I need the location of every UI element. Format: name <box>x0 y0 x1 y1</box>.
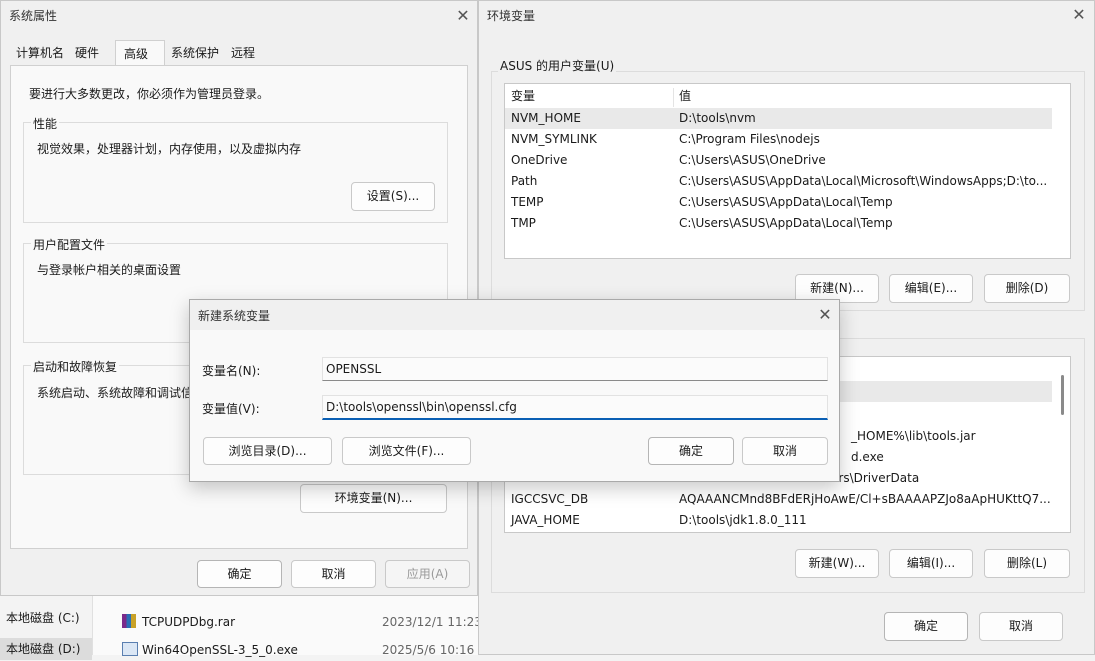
var-value: _HOME%\lib\tools.jar <box>851 429 976 443</box>
window-title: 环境变量 <box>487 9 536 23</box>
explorer-background: 本地磁盘 (C:) 本地磁盘 (D:) TCPUDPDbg.rar 2023/1… <box>0 595 482 660</box>
drive-item-c[interactable]: 本地磁盘 (C:) <box>6 607 80 629</box>
var-value: AQAAANCMnd8BFdERjHoAwE/Cl+sBAAAAPZJo8aAp… <box>679 492 1051 506</box>
rar-icon <box>122 614 136 628</box>
column-header-value[interactable]: 值 <box>679 86 691 107</box>
var-value: C:\Program Files\nodejs <box>679 132 820 146</box>
browse-file-button[interactable]: 浏览文件(F)... <box>342 437 471 465</box>
window-title: 系统属性 <box>9 9 58 23</box>
profiles-desc: 与登录帐户相关的桌面设置 <box>37 263 182 277</box>
variable-name-input[interactable]: OPENSSL <box>322 357 828 381</box>
cancel-button[interactable]: 取消 <box>291 560 376 588</box>
var-value: C:\Users\ASUS\AppData\Local\Temp <box>679 216 893 230</box>
file-name[interactable]: TCPUDPDbg.rar <box>142 611 235 633</box>
browse-directory-button[interactable]: 浏览目录(D)... <box>203 437 332 465</box>
performance-desc: 视觉效果，处理器计划，内存使用，以及虚拟内存 <box>37 142 302 156</box>
scrollbar-thumb[interactable] <box>1061 375 1064 415</box>
list-item[interactable]: Path C:\Users\ASUS\AppData\Local\Microso… <box>505 171 1070 192</box>
tab-remote[interactable]: 远程 <box>227 43 259 63</box>
variable-value-label: 变量值(V): <box>202 402 260 416</box>
tab-advanced[interactable]: 高级 <box>120 44 152 64</box>
user-vars-list[interactable]: 变量 值 NVM_HOME D:\tools\nvm NVM_SYMLINK C… <box>504 83 1071 259</box>
ok-button[interactable]: 确定 <box>197 560 282 588</box>
var-name: Path <box>511 174 538 188</box>
list-item[interactable]: TMP C:\Users\ASUS\AppData\Local\Temp <box>505 213 1070 234</box>
ok-button[interactable]: 确定 <box>884 612 968 641</box>
var-value: D:\tools\jdk1.8.0_111 <box>679 513 807 527</box>
var-name: NVM_HOME <box>511 111 581 125</box>
var-name: OneDrive <box>511 153 568 167</box>
tab-computer-name[interactable]: 计算机名 <box>12 43 68 63</box>
startup-desc: 系统启动、系统故障和调试信 <box>37 386 194 400</box>
environment-variables-button[interactable]: 环境变量(N)... <box>300 484 447 513</box>
apply-button[interactable]: 应用(A) <box>385 560 470 588</box>
drive-item-d[interactable]: 本地磁盘 (D:) <box>6 638 80 660</box>
list-item[interactable]: NVM_SYMLINK C:\Program Files\nodejs <box>505 129 1070 150</box>
performance-settings-button[interactable]: 设置(S)... <box>351 182 435 211</box>
system-new-button[interactable]: 新建(W)... <box>795 549 879 578</box>
profiles-label: 用户配置文件 <box>31 236 108 253</box>
user-vars-label: ASUS 的用户变量(U) <box>498 57 617 74</box>
list-item[interactable]: TEMP C:\Users\ASUS\AppData\Local\Temp <box>505 192 1070 213</box>
system-properties-window: 系统属性 ✕ 计算机名 硬件 高级 系统保护 远程 要进行大多数更改，你必须作为… <box>0 0 478 596</box>
exe-icon <box>122 642 138 656</box>
var-value: ers\DriverData <box>831 471 920 485</box>
close-icon[interactable]: ✕ <box>1071 7 1087 23</box>
cancel-button[interactable]: 取消 <box>979 612 1063 641</box>
var-value: D:\tools\nvm <box>679 111 756 125</box>
user-delete-button[interactable]: 删除(D) <box>984 274 1070 303</box>
file-date: 2023/12/1 11:23 <box>382 615 482 629</box>
column-header-variable[interactable]: 变量 <box>511 86 535 107</box>
var-value: C:\Users\ASUS\AppData\Local\Microsoft\Wi… <box>679 174 1048 188</box>
performance-label: 性能 <box>31 115 60 132</box>
ok-button[interactable]: 确定 <box>648 437 734 465</box>
new-system-variable-dialog: 新建系统变量 ✕ 变量名(N): OPENSSL 变量值(V): D:\tool… <box>189 299 840 482</box>
list-item[interactable]: NVM_HOME D:\tools\nvm <box>505 108 1052 129</box>
user-edit-button[interactable]: 编辑(E)... <box>889 274 973 303</box>
file-date: 2025/5/6 10:16 <box>382 643 475 657</box>
list-item[interactable]: IGCCSVC_DB AQAAANCMnd8BFdERjHoAwE/Cl+sBA… <box>505 489 1070 510</box>
var-name: IGCCSVC_DB <box>511 492 589 506</box>
close-icon[interactable]: ✕ <box>455 8 471 24</box>
column-divider <box>673 88 674 107</box>
tab-hardware[interactable]: 硬件 <box>71 43 103 63</box>
var-name: NVM_SYMLINK <box>511 132 597 146</box>
var-name: TEMP <box>511 195 544 209</box>
var-value: d.exe <box>851 450 884 464</box>
var-name: JAVA_HOME <box>511 513 580 527</box>
dialog-title: 新建系统变量 <box>198 309 271 323</box>
close-icon[interactable]: ✕ <box>817 307 833 323</box>
var-name: TMP <box>511 216 536 230</box>
admin-note: 要进行大多数更改，你必须作为管理员登录。 <box>29 87 270 101</box>
variable-value-input[interactable]: D:\tools\openssl\bin\openssl.cfg <box>322 395 828 420</box>
startup-label: 启动和故障恢复 <box>31 358 120 375</box>
system-edit-button[interactable]: 编辑(I)... <box>889 549 973 578</box>
var-value: C:\Users\ASUS\OneDrive <box>679 153 826 167</box>
list-item[interactable]: OneDrive C:\Users\ASUS\OneDrive <box>505 150 1070 171</box>
tab-system-protection[interactable]: 系统保护 <box>167 43 223 63</box>
system-delete-button[interactable]: 删除(L) <box>984 549 1070 578</box>
variable-name-label: 变量名(N): <box>202 364 261 378</box>
var-value: C:\Users\ASUS\AppData\Local\Temp <box>679 195 893 209</box>
list-header: 变量 值 <box>505 86 1070 107</box>
file-name[interactable]: Win64OpenSSL-3_5_0.exe <box>142 639 298 661</box>
list-item[interactable]: JAVA_HOME D:\tools\jdk1.8.0_111 <box>505 510 1070 531</box>
cancel-button[interactable]: 取消 <box>742 437 828 465</box>
